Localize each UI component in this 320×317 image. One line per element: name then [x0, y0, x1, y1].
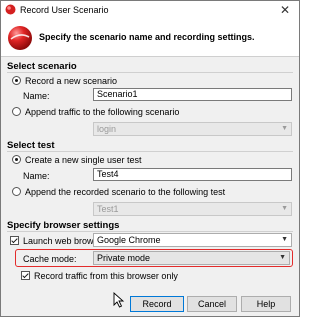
test-name-label: Name:	[23, 171, 50, 181]
chevron-down-icon: ▼	[281, 125, 288, 132]
append-test-value: Test1	[97, 204, 119, 214]
mouse-cursor-icon	[113, 292, 125, 308]
record-traffic-checkbox[interactable]	[21, 271, 30, 280]
append-scenario-select[interactable]: login ▼	[93, 122, 292, 136]
scenario-name-input[interactable]: Scenario1	[93, 88, 292, 101]
append-to-test-label[interactable]: Append the recorded scenario to the foll…	[25, 187, 225, 197]
test-name-input[interactable]: Test4	[93, 168, 292, 181]
append-traffic-label[interactable]: Append traffic to the following scenario	[25, 107, 179, 117]
append-test-select[interactable]: Test1 ▼	[93, 202, 292, 216]
logo-icon	[8, 26, 32, 50]
cache-mode-label: Cache mode:	[23, 254, 77, 264]
chevron-down-icon: ▼	[281, 236, 288, 243]
record-new-scenario-radio[interactable]	[12, 76, 21, 85]
app-icon	[5, 4, 16, 15]
append-scenario-value: login	[97, 124, 117, 134]
record-user-scenario-dialog: Record User Scenario ✕ Specify the scena…	[0, 0, 300, 317]
record-traffic-label[interactable]: Record traffic from this browser only	[34, 271, 178, 281]
section-select-test: Select test	[7, 140, 55, 151]
header-instructions: Specify the scenario name and recording …	[39, 32, 255, 42]
browser-select[interactable]: Google Chrome ▼	[93, 233, 292, 247]
title-bar: Record User Scenario ✕	[1, 1, 299, 19]
close-button[interactable]: ✕	[271, 1, 299, 19]
browser-value: Google Chrome	[97, 235, 161, 245]
divider	[7, 72, 293, 73]
section-select-scenario: Select scenario	[7, 61, 77, 72]
create-new-test-label[interactable]: Create a new single user test	[25, 155, 142, 165]
scenario-name-label: Name:	[23, 91, 50, 101]
dialog-header: Specify the scenario name and recording …	[1, 19, 299, 57]
append-traffic-radio[interactable]	[12, 107, 21, 116]
cache-mode-select[interactable]: Private mode ▼	[93, 251, 290, 265]
record-button[interactable]: Record	[130, 296, 184, 312]
create-new-test-radio[interactable]	[12, 155, 21, 164]
section-browser-settings: Specify browser settings	[7, 220, 120, 231]
window-title: Record User Scenario	[20, 5, 109, 15]
chevron-down-icon: ▼	[281, 205, 288, 212]
divider	[7, 231, 293, 232]
record-new-scenario-label[interactable]: Record a new scenario	[25, 76, 117, 86]
append-to-test-radio[interactable]	[12, 187, 21, 196]
help-button[interactable]: Help	[241, 296, 291, 312]
divider	[7, 151, 293, 152]
cancel-button[interactable]: Cancel	[187, 296, 237, 312]
chevron-down-icon: ▼	[279, 254, 286, 261]
launch-browser-checkbox[interactable]	[10, 236, 19, 245]
cache-mode-value: Private mode	[97, 253, 151, 263]
